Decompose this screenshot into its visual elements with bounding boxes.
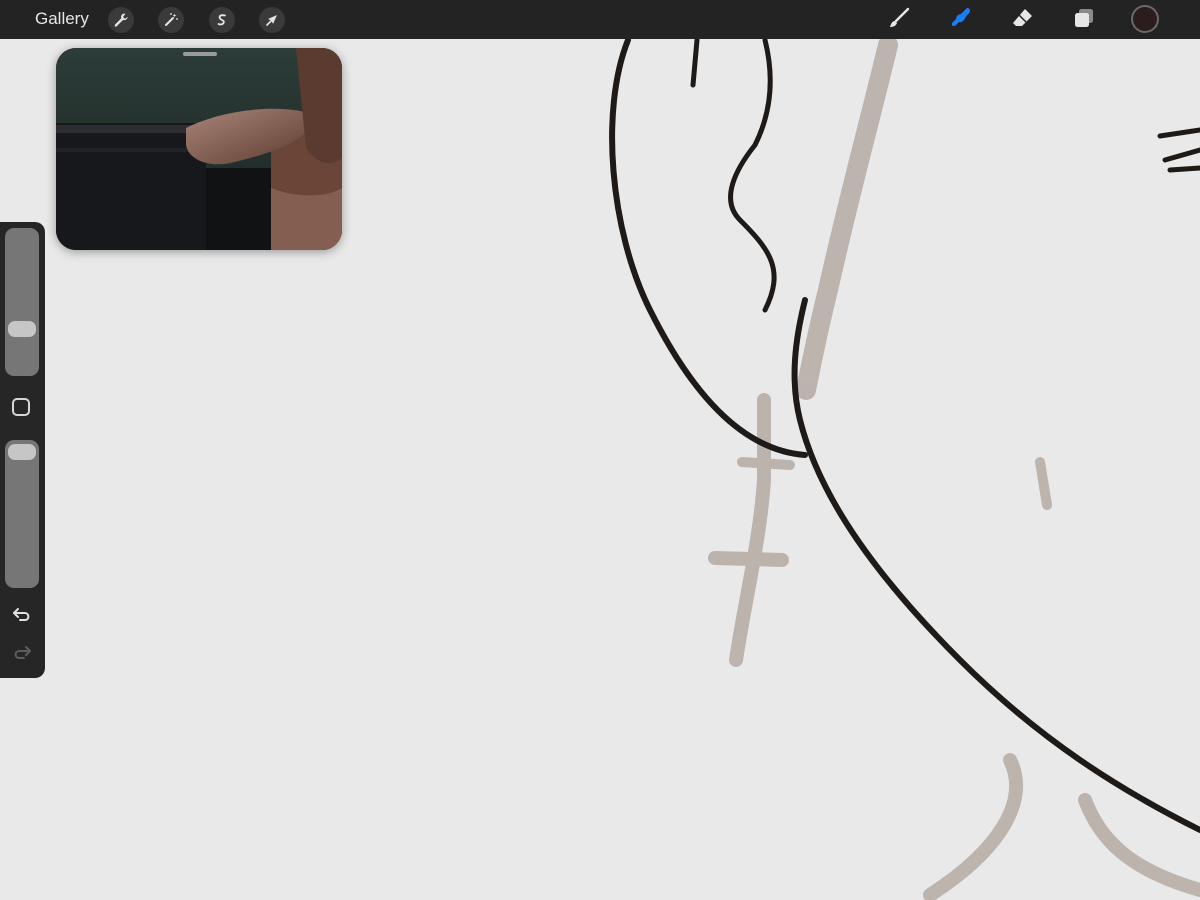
reference-photo xyxy=(56,48,342,250)
magic-wand-icon xyxy=(163,12,179,28)
brush-size-thumb[interactable] xyxy=(8,321,36,338)
gallery-button[interactable]: Gallery xyxy=(35,9,89,29)
modify-button[interactable] xyxy=(12,398,30,416)
reference-window[interactable] xyxy=(56,48,342,250)
selection-button[interactable] xyxy=(209,7,235,33)
wrench-icon xyxy=(113,12,129,28)
ink-line-face-contour xyxy=(609,37,808,458)
sketch-stroke-lower-right xyxy=(1078,793,1200,897)
sketch-stroke-chain xyxy=(737,457,795,470)
adjustments-button[interactable] xyxy=(158,7,184,33)
redo-button[interactable] xyxy=(10,644,34,666)
color-picker-button[interactable] xyxy=(1131,5,1159,33)
layers-icon xyxy=(1071,5,1097,36)
ink-line-neck-shoulder xyxy=(791,297,1200,833)
brush-size-slider[interactable] xyxy=(5,228,39,376)
undo-button[interactable] xyxy=(10,606,34,628)
top-toolbar: Gallery xyxy=(0,0,1200,39)
sketch-stroke-mark xyxy=(1035,457,1052,510)
redo-icon xyxy=(11,643,33,668)
brush-icon xyxy=(886,5,912,36)
layers-button[interactable] xyxy=(1069,5,1099,35)
actions-button[interactable] xyxy=(108,7,134,33)
sketch-stroke-hair xyxy=(796,35,898,400)
eraser-icon xyxy=(1010,5,1036,36)
opacity-slider[interactable] xyxy=(5,440,39,588)
opacity-thumb[interactable] xyxy=(8,444,36,460)
sketch-stroke-lower-left xyxy=(923,753,1024,900)
arrow-cursor-icon xyxy=(264,12,280,28)
transform-button[interactable] xyxy=(259,7,285,33)
smudge-finger-icon xyxy=(948,5,974,36)
ink-line-short-stroke xyxy=(690,37,700,88)
sidebar xyxy=(0,222,45,678)
reference-drag-handle[interactable] xyxy=(183,52,217,56)
sketch-stroke-cross-bar xyxy=(708,551,789,567)
eraser-tool-button[interactable] xyxy=(1008,5,1038,35)
procreate-app: Gallery xyxy=(0,0,1200,900)
selection-s-icon xyxy=(214,12,230,28)
ink-line-hair-strand xyxy=(728,37,777,313)
ink-line-eye-lashes xyxy=(1157,127,1200,173)
undo-icon xyxy=(11,605,33,630)
brush-tool-button[interactable] xyxy=(884,5,914,35)
smudge-tool-button[interactable] xyxy=(946,5,976,35)
